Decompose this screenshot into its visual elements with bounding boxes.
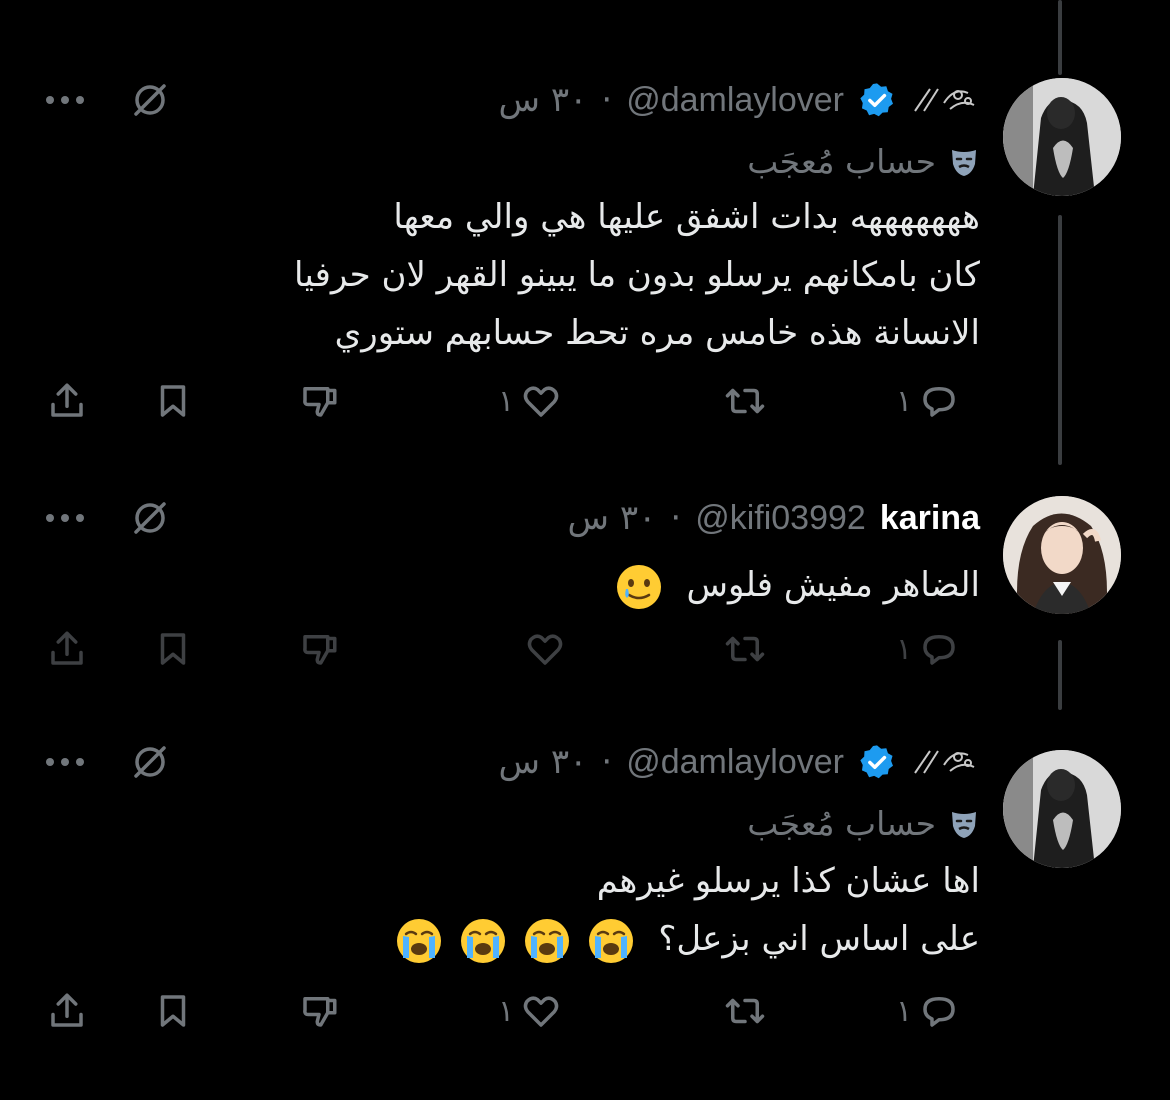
- handle[interactable]: @damlaylover: [626, 81, 844, 120]
- bookmark-button[interactable]: [152, 380, 194, 422]
- loudly-crying-emoji: [524, 918, 569, 963]
- retweet-button[interactable]: [724, 380, 766, 422]
- loudly-crying-emoji: [396, 918, 441, 963]
- tweet-top-controls: [46, 80, 170, 120]
- retweet-icon: [725, 388, 765, 414]
- avatar[interactable]: [1003, 496, 1121, 614]
- like-count: ١: [498, 383, 515, 419]
- like-count: ١: [498, 993, 515, 1029]
- tweet-text: اها عشان كذا يرسلو غيرهم على اساس اني بز…: [394, 852, 980, 968]
- share-icon: [51, 631, 83, 665]
- share-button[interactable]: [46, 380, 88, 422]
- fan-account-label: حساب مُعجَب: [747, 142, 980, 181]
- share-icon: [51, 383, 83, 417]
- tweet-header: @damlaylover · ٣٠ س: [499, 742, 980, 782]
- reply-button[interactable]: ١: [896, 628, 960, 670]
- tweet-text-line: كان بامكانهم يرسلو بدون ما يبينو القهر ل…: [294, 255, 980, 295]
- reply-icon: [923, 997, 955, 1027]
- bookmark-button[interactable]: [152, 628, 194, 670]
- tweet-text-line: على اساس اني بزعل؟: [658, 919, 980, 959]
- timestamp[interactable]: ٣٠ س: [499, 742, 588, 782]
- retweet-button[interactable]: [724, 990, 766, 1032]
- flower-icon: [914, 88, 975, 112]
- tweet-top-controls: [46, 498, 170, 538]
- retweet-icon: [725, 636, 765, 662]
- grok-icon[interactable]: [130, 80, 170, 120]
- display-name[interactable]: [910, 83, 980, 117]
- retweet-button[interactable]: [724, 628, 766, 670]
- like-button[interactable]: ١: [498, 380, 562, 422]
- tweet-3[interactable]: @damlaylover · ٣٠ س حساب مُعجَب اها عشان…: [0, 720, 1170, 1100]
- grok-icon[interactable]: [130, 742, 170, 782]
- like-icon: [523, 996, 559, 1027]
- crying-smile-emoji: [616, 564, 661, 609]
- action-bar: ١ ١: [0, 990, 1170, 1040]
- separator-dot: ·: [601, 742, 613, 782]
- tweet-top-controls: [46, 742, 170, 782]
- like-button[interactable]: [524, 628, 566, 670]
- separator-dot: ·: [670, 498, 682, 538]
- reply-button[interactable]: ١: [896, 990, 960, 1032]
- tweet-header: @damlaylover · ٣٠ س: [499, 80, 980, 120]
- verified-icon: [860, 745, 893, 779]
- grok-icon[interactable]: [130, 498, 170, 538]
- tweet-text-line: الضاهر مفيش فلوس: [686, 565, 980, 605]
- avatar[interactable]: [1003, 78, 1121, 196]
- loudly-crying-emoji: [460, 918, 505, 963]
- tweet-text: الضاهر مفيش فلوس: [614, 556, 980, 614]
- handle[interactable]: @damlaylover: [626, 743, 844, 782]
- tweet-header: karina @kifi03992 · ٣٠ س: [568, 498, 980, 538]
- more-icon[interactable]: [46, 514, 84, 522]
- dislike-button[interactable]: [298, 990, 340, 1032]
- verified-icon: [860, 83, 893, 117]
- tweet-text-line: الانسانة هذه خامس مره تحط حسابهم ستوري: [334, 313, 980, 353]
- reply-count: ١: [896, 993, 913, 1029]
- display-name[interactable]: karina: [880, 499, 980, 538]
- display-name[interactable]: [910, 745, 980, 779]
- dislike-icon: [303, 387, 337, 417]
- more-icon[interactable]: [46, 96, 84, 104]
- tweet-text-line: اها عشان كذا يرسلو غيرهم: [596, 861, 980, 901]
- reply-button[interactable]: ١: [896, 380, 960, 422]
- share-button[interactable]: [46, 990, 88, 1032]
- avatar[interactable]: [1003, 750, 1121, 868]
- more-icon[interactable]: [46, 758, 84, 766]
- reply-count: ١: [896, 383, 913, 419]
- tweet-text: هههههههه بدات اشفق عليها هي والي معها كا…: [294, 188, 980, 362]
- tweet-text-line: هههههههه بدات اشفق عليها هي والي معها: [393, 197, 980, 237]
- reply-icon: [923, 387, 955, 417]
- fan-account-label: حساب مُعجَب: [747, 804, 980, 843]
- action-bar: ١: [0, 628, 1170, 678]
- tweet-2[interactable]: karina @kifi03992 · ٣٠ س الضاهر مفيش فلو…: [0, 460, 1170, 720]
- dislike-icon: [303, 997, 337, 1027]
- mask-icon: [952, 811, 976, 838]
- handle[interactable]: @kifi03992: [695, 499, 866, 538]
- dislike-button[interactable]: [298, 380, 340, 422]
- dislike-button[interactable]: [298, 628, 340, 670]
- tweet-1[interactable]: @damlaylover · ٣٠ س حساب مُعجَب هههههههه…: [0, 0, 1170, 460]
- like-icon: [523, 386, 559, 417]
- emoji-row: [614, 562, 664, 612]
- share-icon: [51, 993, 83, 1027]
- timestamp[interactable]: ٣٠ س: [499, 80, 588, 120]
- separator-dot: ·: [601, 80, 613, 120]
- mask-icon: [952, 149, 976, 176]
- reply-count: ١: [896, 631, 913, 667]
- share-button[interactable]: [46, 628, 88, 670]
- bookmark-icon: [160, 633, 186, 665]
- dislike-icon: [303, 635, 337, 665]
- flower-icon: [914, 750, 975, 774]
- bookmark-icon: [160, 995, 186, 1027]
- like-button[interactable]: ١: [498, 990, 562, 1032]
- bookmark-icon: [160, 385, 186, 417]
- bookmark-button[interactable]: [152, 990, 194, 1032]
- retweet-icon: [725, 998, 765, 1024]
- reply-icon: [923, 635, 955, 665]
- emoji-row: [394, 916, 636, 966]
- timestamp[interactable]: ٣٠ س: [568, 498, 657, 538]
- action-bar: ١ ١: [0, 380, 1170, 430]
- loudly-crying-emoji: [588, 918, 633, 963]
- like-icon: [527, 634, 563, 665]
